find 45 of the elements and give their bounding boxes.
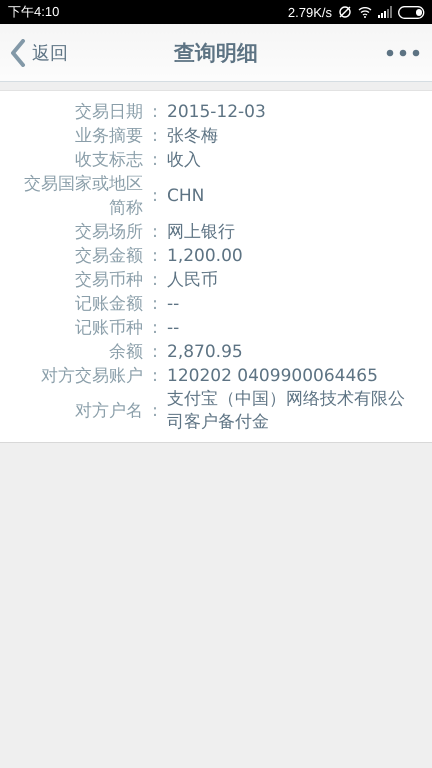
field-value: 张冬梅 (167, 124, 219, 148)
colon-separator: : (151, 125, 159, 148)
field-value: 2,870.95 (167, 340, 244, 364)
alarm-off-icon (338, 5, 352, 19)
field-value: 1,200.00 (167, 244, 244, 268)
field-value: -- (167, 292, 180, 316)
field-value: 支付宝（中国）网络技术有限公司客户备付金 (167, 388, 406, 434)
colon-separator: : (151, 269, 159, 292)
field-value: 网上银行 (167, 220, 236, 244)
colon-separator: : (151, 341, 159, 364)
field-label: 对方交易账户 (40, 365, 143, 388)
field-value: 2015-12-03 (167, 100, 267, 124)
back-button[interactable]: 返回 (8, 34, 70, 70)
signal-icon (378, 6, 392, 18)
field-value: 120202 0409900064465 (167, 364, 379, 388)
battery-icon (398, 6, 426, 18)
field-value: -- (167, 316, 180, 340)
field-value: CHN (167, 184, 206, 208)
colon-separator: : (151, 317, 159, 340)
colon-separator: : (151, 149, 159, 172)
clock-time: 下午4:10 (8, 3, 60, 21)
colon-separator: : (151, 185, 159, 208)
colon-separator: : (151, 245, 159, 268)
field-label: 交易金额 (74, 245, 143, 268)
field-label: 余额 (108, 341, 143, 364)
colon-separator: : (151, 101, 159, 124)
colon-separator: : (151, 400, 159, 423)
field-label: 交易国家或地区简称 (23, 173, 143, 220)
more-icon (386, 48, 420, 56)
colon-separator: : (151, 293, 159, 316)
field-label: 交易币种 (74, 269, 143, 292)
field-label: 交易日期 (74, 101, 143, 124)
field-value: 收入 (167, 148, 202, 172)
field-label: 记账金额 (74, 293, 143, 316)
field-value: 人民币 (167, 268, 219, 292)
page-title: 查询明细 (174, 40, 258, 64)
field-label: 记账币种 (74, 317, 143, 340)
wifi-icon (358, 6, 372, 18)
field-label: 收支标志 (74, 149, 143, 172)
field-label: 交易场所 (74, 221, 143, 244)
field-label: 对方户名 (74, 400, 143, 423)
colon-separator: : (151, 221, 159, 244)
field-label: 业务摘要 (74, 125, 143, 148)
colon-separator: : (151, 365, 159, 388)
network-speed: 2.79K/s (288, 4, 332, 20)
